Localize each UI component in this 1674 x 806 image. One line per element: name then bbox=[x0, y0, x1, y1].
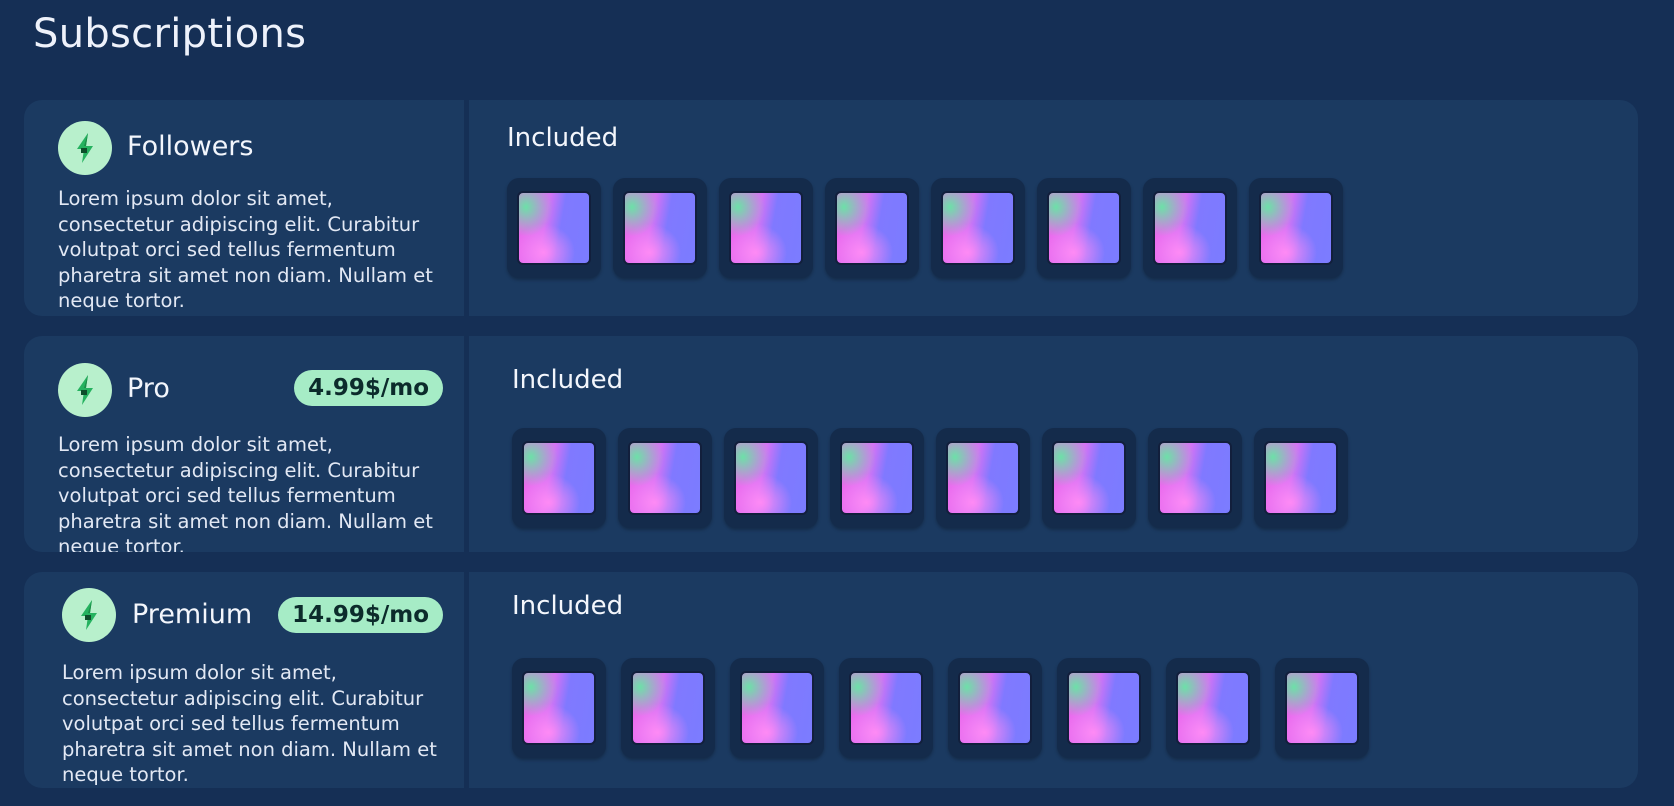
tier-info: Followers Lorem ipsum dolor sit amet, co… bbox=[24, 100, 464, 316]
price-badge: 4.99$/mo bbox=[294, 370, 443, 406]
included-item-thumbnail[interactable] bbox=[621, 658, 715, 758]
tier-card-pro[interactable]: Pro 4.99$/mo Lorem ipsum dolor sit amet,… bbox=[24, 336, 1638, 552]
included-item-thumbnail[interactable] bbox=[839, 658, 933, 758]
included-item-thumbnail[interactable] bbox=[1042, 428, 1136, 528]
included-item-thumbnail[interactable] bbox=[724, 428, 818, 528]
included-item-thumbnail[interactable] bbox=[507, 178, 601, 278]
tier-name: Followers bbox=[127, 131, 254, 162]
included-item-thumbnail[interactable] bbox=[512, 428, 606, 528]
lightning-icon bbox=[58, 121, 112, 175]
tier-name: Pro bbox=[127, 373, 170, 404]
included-item-thumbnail[interactable] bbox=[1275, 658, 1369, 758]
tier-description: Lorem ipsum dolor sit amet, consectetur … bbox=[58, 187, 433, 312]
included-section: Included bbox=[469, 572, 1638, 788]
included-item-thumbnail[interactable] bbox=[1254, 428, 1348, 528]
included-item-thumbnail[interactable] bbox=[618, 428, 712, 528]
tier-card-followers[interactable]: Followers Lorem ipsum dolor sit amet, co… bbox=[24, 100, 1638, 316]
included-item-thumbnail[interactable] bbox=[936, 428, 1030, 528]
included-item-thumbnail[interactable] bbox=[512, 658, 606, 758]
included-item-thumbnail[interactable] bbox=[1148, 428, 1242, 528]
page-title: Subscriptions bbox=[33, 11, 307, 57]
included-item-thumbnail[interactable] bbox=[1143, 178, 1237, 278]
price-badge: 14.99$/mo bbox=[278, 597, 443, 633]
tier-info: Pro 4.99$/mo Lorem ipsum dolor sit amet,… bbox=[24, 336, 464, 552]
tier-name: Premium bbox=[132, 599, 253, 630]
included-item-thumbnail[interactable] bbox=[613, 178, 707, 278]
included-item-thumbnail[interactable] bbox=[1166, 658, 1260, 758]
included-label: Included bbox=[507, 123, 619, 153]
included-thumbnails bbox=[507, 178, 1343, 278]
tier-description: Lorem ipsum dolor sit amet, consectetur … bbox=[58, 433, 433, 552]
included-label: Included bbox=[512, 591, 624, 621]
included-label: Included bbox=[512, 365, 624, 395]
included-thumbnails bbox=[512, 428, 1348, 528]
included-item-thumbnail[interactable] bbox=[1249, 178, 1343, 278]
included-item-thumbnail[interactable] bbox=[730, 658, 824, 758]
lightning-icon bbox=[62, 588, 116, 642]
included-item-thumbnail[interactable] bbox=[1057, 658, 1151, 758]
included-section: Included bbox=[469, 336, 1638, 552]
tier-description: Lorem ipsum dolor sit amet, consectetur … bbox=[62, 661, 437, 786]
tier-info: Premium 14.99$/mo Lorem ipsum dolor sit … bbox=[24, 572, 464, 788]
tier-card-premium[interactable]: Premium 14.99$/mo Lorem ipsum dolor sit … bbox=[24, 572, 1638, 788]
included-section: Included bbox=[469, 100, 1638, 316]
included-item-thumbnail[interactable] bbox=[825, 178, 919, 278]
included-item-thumbnail[interactable] bbox=[931, 178, 1025, 278]
included-thumbnails bbox=[512, 658, 1369, 758]
included-item-thumbnail[interactable] bbox=[830, 428, 924, 528]
included-item-thumbnail[interactable] bbox=[948, 658, 1042, 758]
lightning-icon bbox=[58, 363, 112, 417]
included-item-thumbnail[interactable] bbox=[719, 178, 813, 278]
included-item-thumbnail[interactable] bbox=[1037, 178, 1131, 278]
